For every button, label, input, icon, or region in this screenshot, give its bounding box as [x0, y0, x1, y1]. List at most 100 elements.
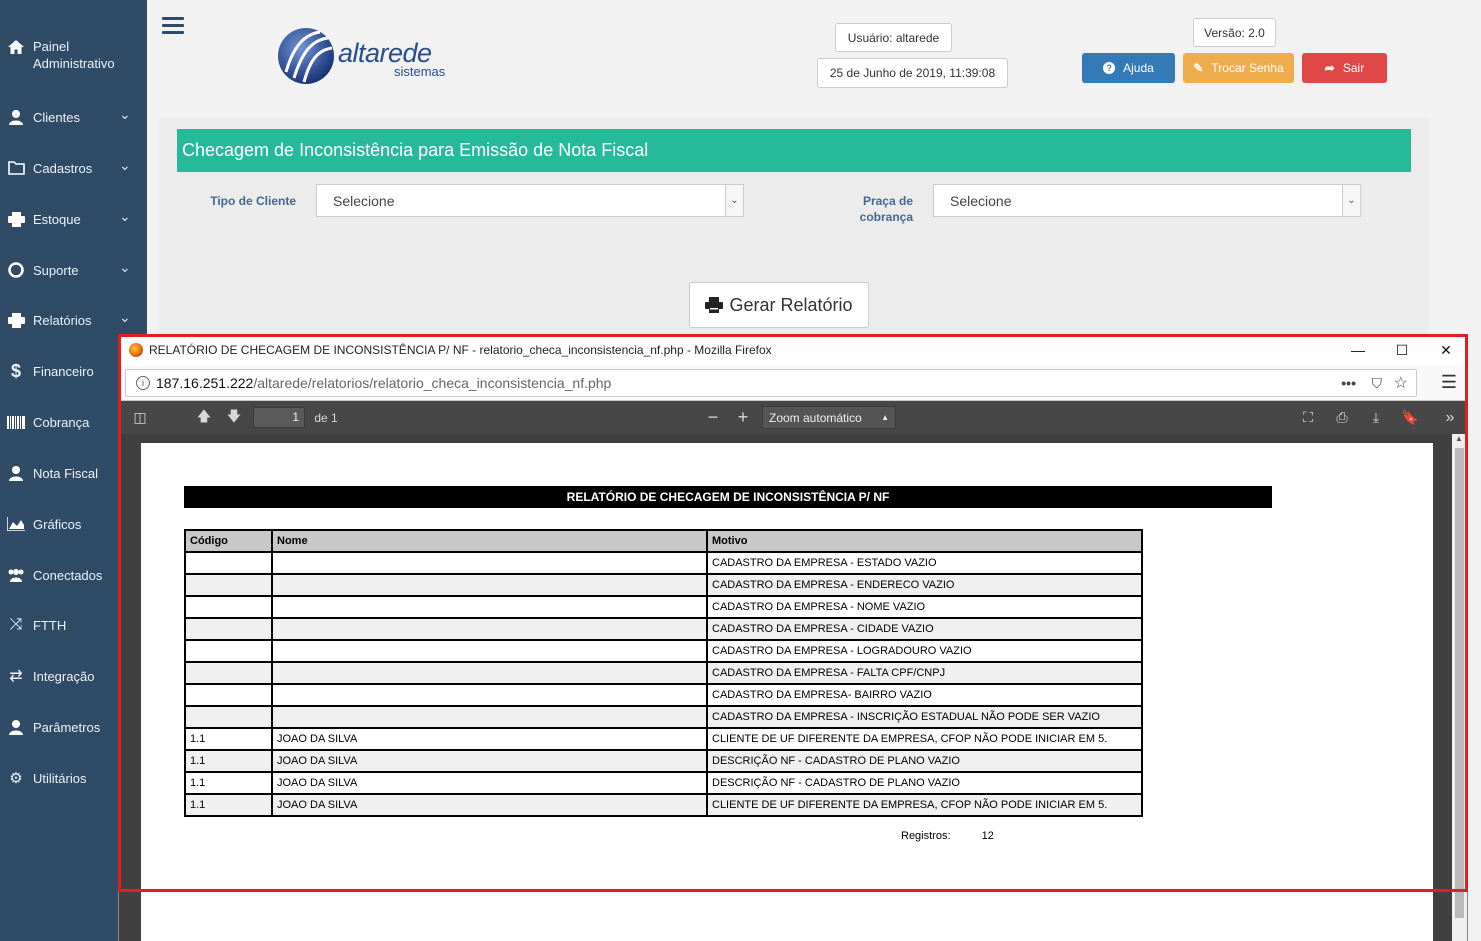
- code-cell: [184, 551, 273, 575]
- question-icon: ?: [1103, 62, 1116, 74]
- code-cell: [184, 683, 273, 707]
- chevron-down-icon: ⌄: [119, 308, 131, 325]
- reason-cell: CADASTRO DA EMPRESA - FALTA CPF/CNPJ: [706, 661, 1143, 685]
- firefox-titlebar: RELATÓRIO DE CHECAGEM DE INCONSISTÊNCIA …: [119, 335, 1467, 365]
- barcode-icon: [7, 413, 25, 431]
- chevron-down-icon: ⌄: [119, 105, 131, 122]
- user-icon: [7, 718, 25, 736]
- url-bar[interactable]: i 187.16.251.222/altarede/relatorios/rel…: [125, 369, 1417, 397]
- url-path: /altarede/relatorios/relatorio_checa_inc…: [253, 375, 612, 391]
- billing-square-select[interactable]: Selecione ⌄: [933, 184, 1361, 217]
- name-cell: JOAO DA SILVA: [271, 771, 708, 795]
- reason-cell: CLIENTE DE UF DIFERENTE DA EMPRESA, CFOP…: [706, 727, 1143, 751]
- code-cell: 1.1: [184, 793, 273, 817]
- code-cell: [184, 705, 273, 729]
- datetime-label: 25 de Junho de 2019, 11:39:08: [817, 58, 1008, 88]
- sidebar-item-suporte[interactable]: Suporte ⌄: [0, 250, 147, 290]
- scrollbar-thumb[interactable]: [1455, 448, 1464, 918]
- firefox-window: RELATÓRIO DE CHECAGEM DE INCONSISTÊNCIA …: [118, 334, 1468, 941]
- print-icon: [7, 311, 25, 329]
- page-number-input[interactable]: 1: [253, 407, 305, 428]
- chevron-down-icon: ⌄: [725, 185, 743, 216]
- code-cell: 1.1: [184, 749, 273, 773]
- version-label: Versão: 2.0: [1193, 18, 1276, 47]
- table-row: CADASTRO DA EMPRESA - FALTA CPF/CNPJ: [184, 661, 1143, 685]
- change-password-button[interactable]: ✎ Trocar Senha: [1183, 53, 1294, 83]
- menu-toggle-icon[interactable]: [162, 17, 184, 37]
- table-row: CADASTRO DA EMPRESA - NOME VAZIO: [184, 595, 1143, 619]
- records-label: Registros:: [901, 830, 951, 842]
- client-type-value: Selecione: [333, 192, 395, 209]
- table-row: CADASTRO DA EMPRESA- BAIRRO VAZIO: [184, 683, 1143, 707]
- sidebar-item-painel-administrativo[interactable]: Painel Administrativo: [0, 36, 147, 76]
- zoom-out-icon[interactable]: −: [703, 401, 723, 434]
- maximize-icon[interactable]: ☐: [1379, 335, 1425, 365]
- name-cell: JOAO DA SILVA: [271, 749, 708, 773]
- name-cell: [271, 639, 708, 663]
- reason-cell: CADASTRO DA EMPRESA- BAIRRO VAZIO: [706, 683, 1143, 707]
- reason-cell: DESCRIÇÃO NF - CADASTRO DE PLANO VAZIO: [706, 749, 1143, 773]
- page-count: de 1: [314, 410, 338, 425]
- code-cell: 1.1: [184, 771, 273, 795]
- minimize-icon[interactable]: —: [1335, 335, 1381, 365]
- download-icon[interactable]: ⤓: [1365, 401, 1387, 434]
- name-cell: [271, 661, 708, 685]
- user-icon: [7, 464, 25, 482]
- help-button[interactable]: ? Ajuda: [1082, 53, 1175, 83]
- edit-icon: ✎: [1193, 61, 1204, 75]
- previous-page-icon[interactable]: 🡅: [193, 401, 215, 434]
- table-row: CADASTRO DA EMPRESA - ENDERECO VAZIO: [184, 573, 1143, 597]
- reason-cell: CADASTRO DA EMPRESA - CIDADE VAZIO: [706, 617, 1143, 641]
- name-cell: [271, 595, 708, 619]
- info-icon[interactable]: i: [136, 376, 150, 390]
- firefox-logo-icon: [129, 343, 143, 357]
- billing-square-label-line2: cobrança: [859, 210, 913, 224]
- billing-square-value: Selecione: [950, 192, 1012, 209]
- name-cell: JOAO DA SILVA: [271, 727, 708, 751]
- pdf-scrollbar[interactable]: ▲: [1452, 434, 1467, 941]
- area-chart-icon: [7, 515, 25, 533]
- user-icon: [7, 108, 25, 126]
- zoom-select[interactable]: Zoom automático ▲: [762, 406, 896, 429]
- firefox-menu-icon[interactable]: ☰: [1441, 372, 1457, 393]
- generate-report-label: Gerar Relatório: [729, 294, 853, 315]
- print-icon[interactable]: ⎙: [1331, 401, 1353, 434]
- sidebar-item-cadastros[interactable]: Cadastros ⌄: [0, 148, 147, 188]
- reason-cell: CADASTRO DA EMPRESA - ESTADO VAZIO: [706, 551, 1143, 575]
- generate-report-button[interactable]: Gerar Relatório: [689, 282, 869, 328]
- code-cell: [184, 595, 273, 619]
- column-header: Motivo: [706, 529, 1143, 553]
- chevron-down-icon: ⌄: [119, 207, 131, 224]
- table-row: CADASTRO DA EMPRESA - LOGRADOURO VAZIO: [184, 639, 1143, 663]
- name-cell: JOAO DA SILVA: [271, 793, 708, 817]
- pdf-page: RELATÓRIO DE CHECAGEM DE INCONSISTÊNCIA …: [141, 443, 1433, 941]
- share-arrow-icon: ➦: [1324, 61, 1335, 75]
- code-cell: [184, 661, 273, 685]
- sidebar-item-estoque[interactable]: Estoque ⌄: [0, 199, 147, 239]
- sidebar-toggle-icon[interactable]: ◫: [129, 401, 151, 434]
- bookmark-icon[interactable]: 🔖: [1399, 401, 1421, 434]
- report-title: RELATÓRIO DE CHECAGEM DE INCONSISTÊNCIA …: [184, 486, 1272, 508]
- pocket-icon[interactable]: ⛉: [1372, 375, 1383, 392]
- logout-button[interactable]: ➦ Sair: [1302, 53, 1387, 83]
- close-icon[interactable]: ✕: [1423, 335, 1469, 365]
- sidebar-item-clientes[interactable]: Clientes ⌄: [0, 97, 147, 137]
- page-title: Checagem de Inconsistência para Emissão …: [177, 129, 1411, 172]
- client-type-label: Tipo de Cliente: [210, 194, 296, 208]
- table-row: 1.1 JOAO DA SILVA CLIENTE DE UF DIFERENTE …: [184, 793, 1143, 817]
- records-value: 12: [981, 830, 994, 842]
- code-cell: [184, 617, 273, 641]
- code-cell: 1.1: [184, 727, 273, 751]
- bookmark-star-icon[interactable]: ☆: [1394, 373, 1408, 393]
- tools-icon[interactable]: »: [1439, 401, 1461, 434]
- page-actions-icon[interactable]: •••: [1341, 375, 1356, 391]
- client-type-select[interactable]: Selecione ⌄: [316, 184, 744, 217]
- name-cell: [271, 551, 708, 575]
- firefox-window-title: RELATÓRIO DE CHECAGEM DE INCONSISTÊNCIA …: [149, 343, 772, 357]
- url-host: 187.16.251.222: [156, 375, 254, 391]
- table-row: 1.1 JOAO DA SILVA DESCRIÇÃO NF - CADASTRO …: [184, 771, 1143, 795]
- fullscreen-icon[interactable]: ⛶: [1297, 401, 1319, 434]
- next-page-icon[interactable]: 🡇: [223, 401, 245, 434]
- scroll-up-icon[interactable]: ▲: [1455, 434, 1463, 443]
- zoom-in-icon[interactable]: +: [733, 401, 753, 434]
